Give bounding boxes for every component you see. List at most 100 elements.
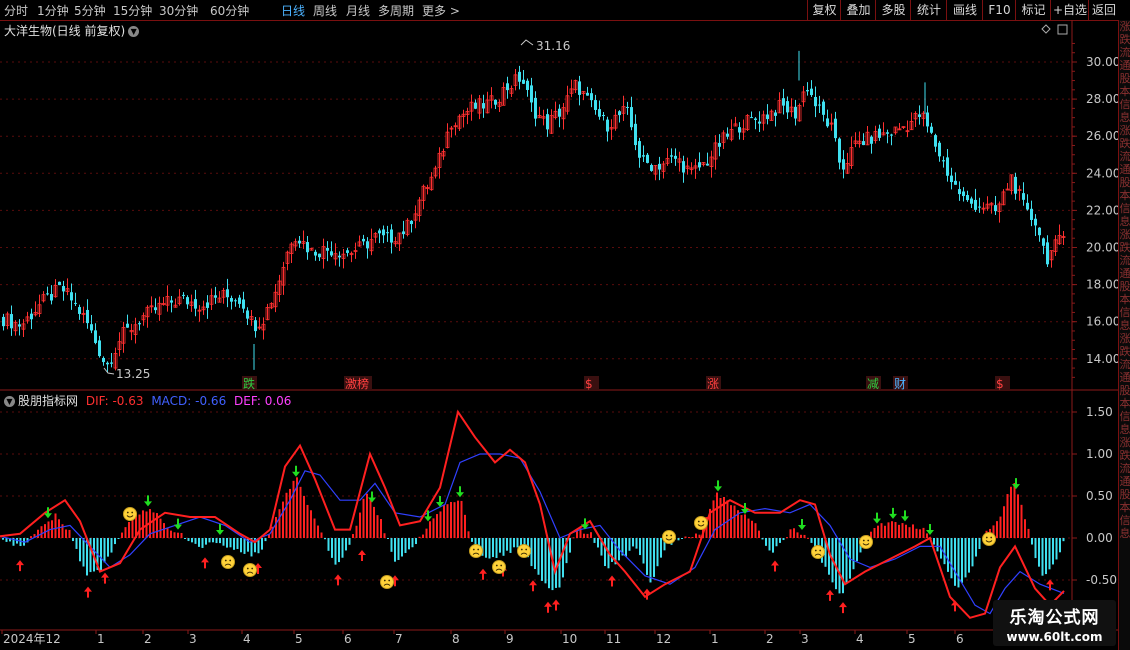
macd-bar	[1059, 538, 1061, 553]
right-info-strip[interactable]: 涨跌流通股本信息涨跌流通股本信息涨跌流通股本信息涨跌流通股本信息涨跌流通股本信息	[1118, 20, 1130, 650]
macd-bar	[926, 533, 928, 538]
macd-bar	[681, 538, 683, 539]
macd-bar	[593, 538, 596, 543]
macd-bar	[1048, 538, 1051, 570]
macd-bar	[625, 538, 627, 557]
candle-body	[94, 330, 97, 343]
right-strip-char: 涨	[1119, 228, 1130, 241]
frown-icon	[517, 544, 531, 558]
macd-bar	[219, 538, 221, 544]
macd-bar	[726, 500, 729, 538]
y-tick-label: 28.00	[1086, 92, 1118, 106]
right-strip-char: 通	[1119, 371, 1130, 384]
macd-bar	[201, 538, 204, 548]
y-tick-label: 1.00	[1086, 447, 1113, 461]
candle-body	[794, 106, 797, 119]
right-strip-char: 通	[1119, 59, 1130, 72]
macd-bar	[796, 532, 799, 538]
maximize-icon	[1057, 24, 1068, 35]
event-marker: 减	[867, 377, 879, 391]
macd-bar	[142, 510, 144, 538]
sell-arrow-icon	[873, 512, 881, 524]
candle-body	[214, 295, 217, 298]
candle-body	[834, 118, 837, 139]
chart-canvas[interactable]: 30.0028.0026.0024.0022.0020.0018.0016.00…	[0, 0, 1118, 650]
candle-body	[598, 109, 601, 117]
macd-bar	[313, 518, 316, 538]
macd-bar	[740, 515, 743, 538]
candle-body	[474, 102, 477, 109]
candle-body	[942, 160, 945, 162]
macd-bar	[635, 538, 638, 549]
dropdown-icon[interactable]: ▼	[4, 396, 15, 407]
macd-bar	[803, 534, 806, 538]
macd-bar	[856, 538, 858, 562]
event-marker: $	[585, 377, 593, 391]
dropdown-icon[interactable]: ▼	[128, 26, 140, 37]
right-strip-char: 涨	[1119, 20, 1130, 33]
smile-icon	[662, 530, 676, 544]
macd-bar	[691, 536, 694, 538]
x-tick-label: 11	[606, 632, 621, 646]
macd-bar	[184, 538, 186, 539]
macd-bar	[516, 538, 519, 548]
candle-body	[950, 175, 953, 183]
candle-body	[930, 126, 933, 133]
candle-body	[786, 101, 789, 113]
candle-body	[186, 297, 189, 305]
macd-bar	[89, 538, 92, 573]
def-label: DEF: 0.06	[234, 394, 292, 408]
right-strip-char: 息	[1119, 215, 1130, 228]
macd-bar	[446, 504, 449, 538]
x-tick-label: 2	[766, 632, 774, 646]
macd-bar	[205, 538, 207, 545]
macd-bar	[506, 538, 508, 551]
macd-bar	[180, 532, 183, 538]
right-strip-char: 股	[1119, 384, 1130, 397]
candle-body	[106, 362, 109, 365]
macd-bar	[397, 538, 400, 561]
macd-bar	[800, 534, 802, 538]
candle-body	[70, 292, 73, 301]
macd-bar	[898, 524, 900, 538]
right-strip-char: 本	[1119, 293, 1130, 306]
x-tick-label: 5	[908, 632, 916, 646]
right-strip-char: 流	[1119, 462, 1130, 475]
face-eye	[665, 534, 668, 537]
event-marker: $	[996, 377, 1004, 391]
x-tick-label: 1	[97, 632, 105, 646]
macd-bar	[110, 538, 113, 553]
candle-body	[946, 157, 949, 176]
candle-body	[182, 294, 185, 296]
macd-bar	[107, 538, 109, 557]
macd-bar	[411, 538, 414, 548]
macd-bar	[632, 538, 634, 547]
macd-bar	[408, 538, 410, 550]
macd-bar	[275, 517, 277, 538]
face-eye	[251, 567, 254, 570]
candle-body	[18, 324, 21, 327]
candle-body	[534, 97, 537, 119]
candle-body	[578, 81, 581, 95]
macd-bar	[488, 538, 491, 559]
candle-body	[326, 247, 329, 251]
candle-body	[650, 165, 653, 171]
candle-body	[818, 104, 821, 106]
macd-bar	[285, 492, 288, 538]
y-tick-label: 18.00	[1086, 278, 1118, 292]
right-strip-char: 信	[1119, 514, 1130, 527]
indicator-name[interactable]: 股朋指标网	[18, 394, 78, 408]
macd-bar	[65, 529, 67, 538]
sell-arrow-icon	[901, 510, 909, 522]
right-strip-char: 息	[1119, 319, 1130, 332]
macd-bar	[880, 523, 883, 538]
macd-bar	[943, 538, 946, 565]
candle-body	[126, 323, 129, 328]
event-marker: 财	[894, 377, 906, 391]
macd-bar	[366, 493, 368, 538]
macd-bar	[845, 538, 848, 583]
y-tick-label: -0.50	[1086, 573, 1117, 587]
candle-body	[586, 92, 589, 96]
x-tick-label: 7	[395, 632, 403, 646]
macd-bar	[957, 538, 960, 588]
